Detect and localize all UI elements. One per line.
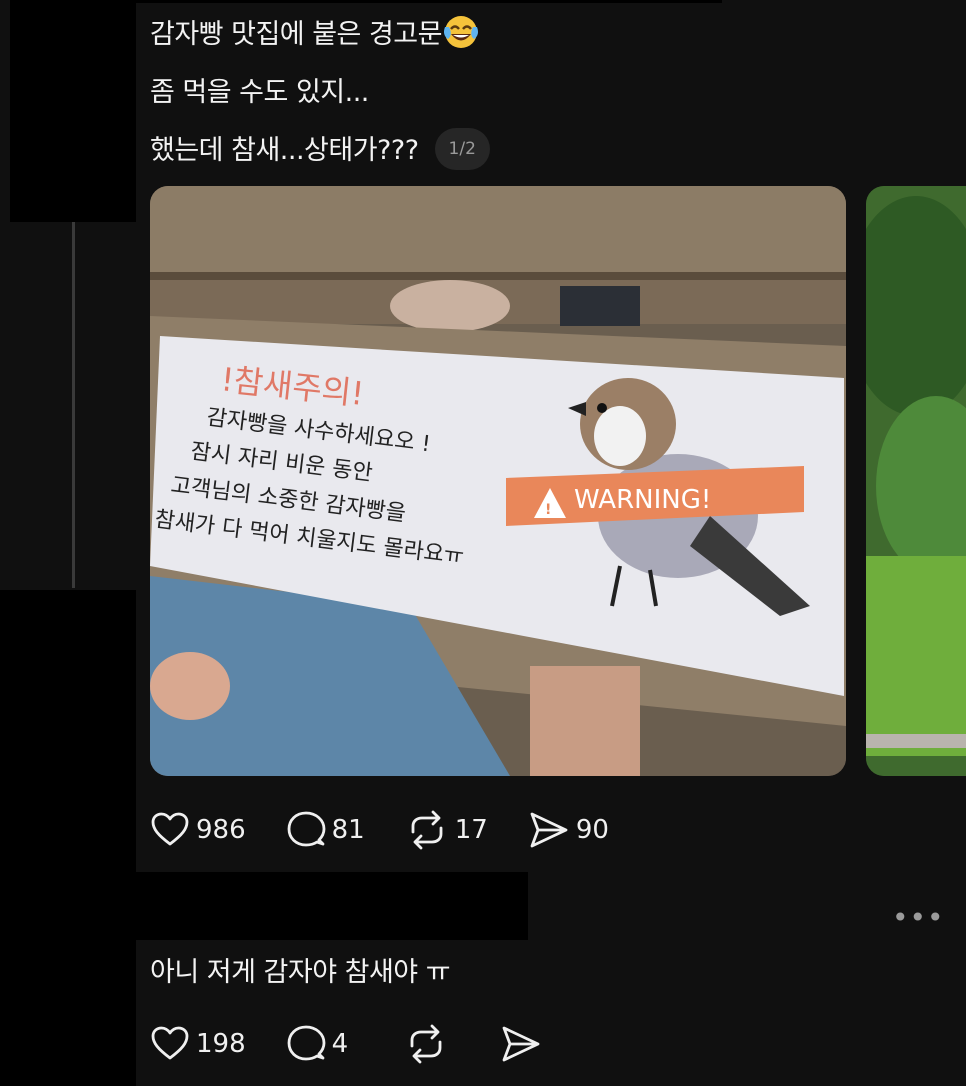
like-count: 986 [196, 815, 246, 845]
repost-button[interactable]: 17 [405, 810, 488, 850]
share-count: 90 [575, 815, 609, 845]
park-photo [866, 186, 966, 776]
redacted-reply-author [136, 872, 528, 940]
heart-icon [151, 1026, 189, 1060]
redacted-author-area [10, 0, 136, 222]
post-line-1-text: 감자빵 맛집에 붙은 경고문 [150, 19, 443, 50]
reply-share-button[interactable] [500, 1024, 542, 1064]
heart-icon [151, 812, 189, 846]
repost-icon [410, 1024, 442, 1064]
post-action-bar: 986 81 17 90 [150, 810, 649, 850]
reply-body: 아니 저게 감자야 참새야 ㅠ [150, 957, 451, 988]
repost-count: 17 [454, 815, 488, 845]
thread-line [72, 222, 75, 588]
reply-comment-button[interactable]: 4 [286, 1024, 349, 1064]
send-icon [530, 812, 568, 848]
reply-like-count: 198 [196, 1029, 246, 1059]
reply-repost-button[interactable] [404, 1024, 448, 1064]
redacted-avatar-column [0, 590, 136, 1086]
post-line-1: 감자빵 맛집에 붙은 경고문 [150, 6, 490, 64]
reply-like-button[interactable]: 198 [150, 1024, 246, 1064]
comment-button[interactable]: 81 [286, 810, 365, 850]
post-line-3: 했는데 참새...상태가??? 1/2 [150, 122, 490, 180]
send-icon [502, 1026, 540, 1062]
media-pager-badge: 1/2 [434, 127, 490, 170]
share-button[interactable]: 90 [528, 810, 609, 850]
post-photo-2-preview[interactable] [866, 186, 966, 776]
post-line-2: 좀 먹을 수도 있지... [150, 77, 369, 108]
more-options-icon[interactable]: ••• [892, 904, 945, 932]
comment-icon [287, 1025, 326, 1061]
redacted-top-strip [136, 0, 722, 3]
post-line-3-text: 했는데 참새...상태가??? [150, 135, 419, 166]
post-photo[interactable]: ! WARNING! !참새주의! 감자빵을 사수하세요오 ! 잠시 자리 비운… [150, 186, 846, 776]
like-button[interactable]: 986 [150, 810, 246, 850]
comment-count: 81 [331, 815, 365, 845]
post-body: 감자빵 맛집에 붙은 경고문 좀 먹을 수도 있지... 했는데 참새...상태… [150, 6, 490, 180]
reply-comment-count: 4 [331, 1029, 349, 1059]
reply-action-bar: 198 4 [150, 1024, 582, 1064]
repost-icon [411, 810, 443, 850]
svg-text:!: ! [545, 502, 551, 518]
sign-warning-text: WARNING! [574, 485, 711, 515]
comment-icon [287, 811, 326, 847]
laughing-tears-emoji-icon [442, 13, 480, 51]
sparrow-warning-sign-photo: ! WARNING! !참새주의! 감자빵을 사수하세요오 ! 잠시 자리 비운… [150, 186, 846, 776]
